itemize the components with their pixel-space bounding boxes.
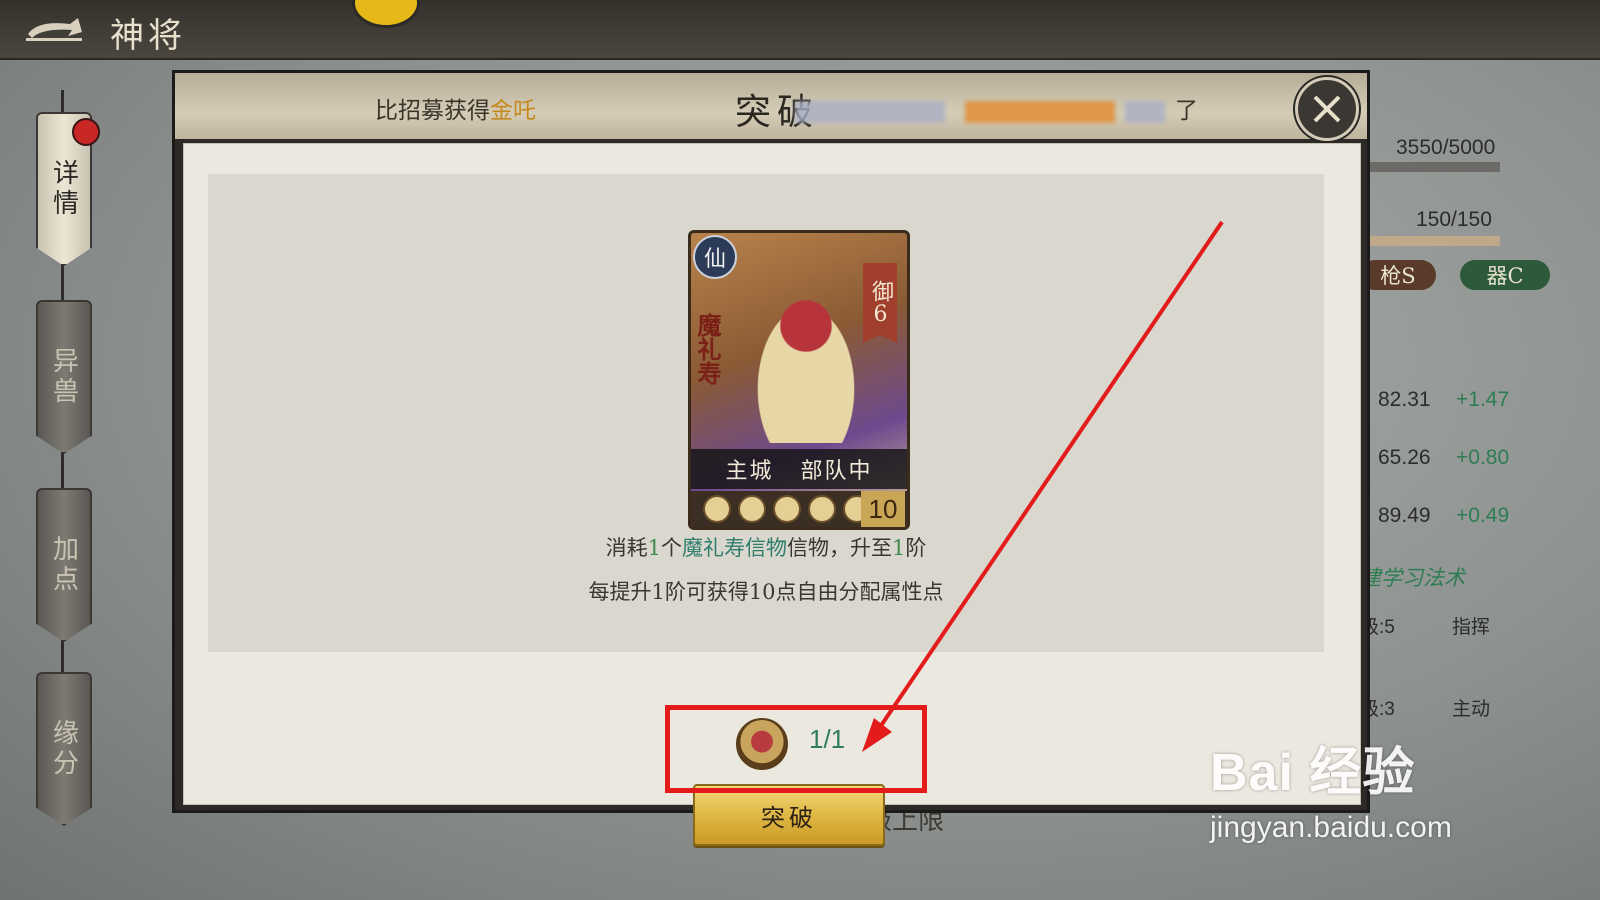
scroll-announcement: 比招募获得金吒 — [375, 91, 536, 125]
hero-troop-status: 部队中 — [800, 459, 873, 484]
star-icon — [738, 495, 766, 523]
weapon-badge: 器C — [1460, 260, 1550, 290]
hero-portrait — [731, 263, 881, 443]
faction-badge: 仙 — [693, 235, 737, 279]
blurred-text — [1125, 101, 1165, 123]
modal-body: 仙 魔礼寿 御6 主城 部队中 10 消耗1个魔礼寿信物信物，升至1阶 每提升1… — [183, 143, 1361, 846]
blurred-text — [965, 101, 1115, 123]
announce-suffix: 了 — [1175, 98, 1198, 124]
close-button[interactable] — [1295, 77, 1359, 141]
tab-label: 缘分 — [48, 719, 79, 779]
tab-label: 详情 — [48, 159, 79, 219]
stamina-bar — [1360, 236, 1500, 246]
announce-text: 比招募获得 — [375, 98, 490, 124]
card-display-area: 仙 魔礼寿 御6 主城 部队中 10 消耗1个魔礼寿信物信物，升至1阶 每提升1… — [208, 174, 1324, 652]
notification-dot — [72, 118, 100, 146]
learn-skill-link[interactable]: 建学习法术 — [1360, 562, 1465, 592]
skill-type: 指挥 — [1452, 617, 1491, 638]
desc-count: 1 — [647, 536, 661, 560]
star-icon — [773, 495, 801, 523]
stat-value: 82.31 — [1378, 388, 1431, 411]
tab-label: 加点 — [48, 535, 79, 595]
hero-rank: 御6 — [863, 263, 897, 343]
blurred-text — [795, 101, 945, 123]
page-title: 神将 — [110, 16, 186, 56]
token-icon — [736, 718, 788, 770]
hero-level: 10 — [861, 491, 905, 527]
modal-header: 比招募获得金吒 突破 了 — [175, 73, 1367, 141]
tab-beast[interactable]: 异兽 — [36, 300, 92, 454]
cost-description: 消耗1个魔礼寿信物信物，升至1阶 — [208, 532, 1324, 562]
close-icon — [1313, 95, 1341, 123]
exp-bar — [1360, 162, 1500, 172]
tab-fate[interactable]: 缘分 — [36, 672, 92, 826]
stat-delta: +0.80 — [1456, 446, 1510, 469]
desc-item: 魔礼寿信物 — [682, 536, 787, 560]
stamina-value: 150/150 — [1416, 208, 1492, 231]
star-icon — [808, 495, 836, 523]
desc-text: 个 — [661, 536, 682, 560]
desc-text: 信物，升至 — [787, 536, 892, 560]
stat-delta: +0.49 — [1456, 504, 1510, 527]
hero-card: 仙 魔礼寿 御6 主城 部队中 10 — [688, 230, 910, 530]
top-bar: 神将 — [0, 0, 1600, 60]
watermark-url: jingyan.baidu.com — [1210, 811, 1452, 844]
hero-location: 主城 — [725, 459, 774, 484]
weapon-badge: 枪S — [1360, 260, 1436, 290]
watermark-logo: Bai 经验 — [1210, 744, 1416, 802]
skill-type: 主动 — [1452, 699, 1491, 720]
stat-value: 89.49 — [1378, 504, 1431, 527]
back-arrow-icon[interactable] — [20, 12, 90, 46]
desc-text: 阶 — [905, 536, 927, 560]
desc-text: 消耗 — [605, 536, 648, 560]
watermark: Bai 经验 jingyan.baidu.com — [1210, 730, 1452, 845]
bonus-description: 每提升1阶可获得10点自由分配属性点 — [588, 580, 944, 604]
stat-delta: +1.47 — [1456, 388, 1510, 411]
hero-status: 主城 部队中 — [691, 449, 907, 489]
exp-value: 3550/5000 — [1396, 136, 1496, 159]
breakthrough-modal: 比招募获得金吒 突破 了 仙 魔礼寿 御6 主城 部队中 10 消耗1个魔礼寿信… — [172, 70, 1370, 846]
announce-highlight: 金吒 — [490, 98, 536, 124]
token-count: 1/1 — [809, 724, 846, 754]
stat-value: 65.26 — [1378, 446, 1431, 469]
tab-label: 异兽 — [48, 347, 79, 407]
breakthrough-button[interactable]: 突破 — [693, 784, 885, 846]
star-icon — [703, 495, 731, 523]
desc-stage: 1 — [892, 536, 906, 560]
hero-name: 魔礼寿 — [693, 313, 722, 385]
tab-points[interactable]: 加点 — [36, 488, 92, 642]
coin-icon — [352, 0, 420, 28]
